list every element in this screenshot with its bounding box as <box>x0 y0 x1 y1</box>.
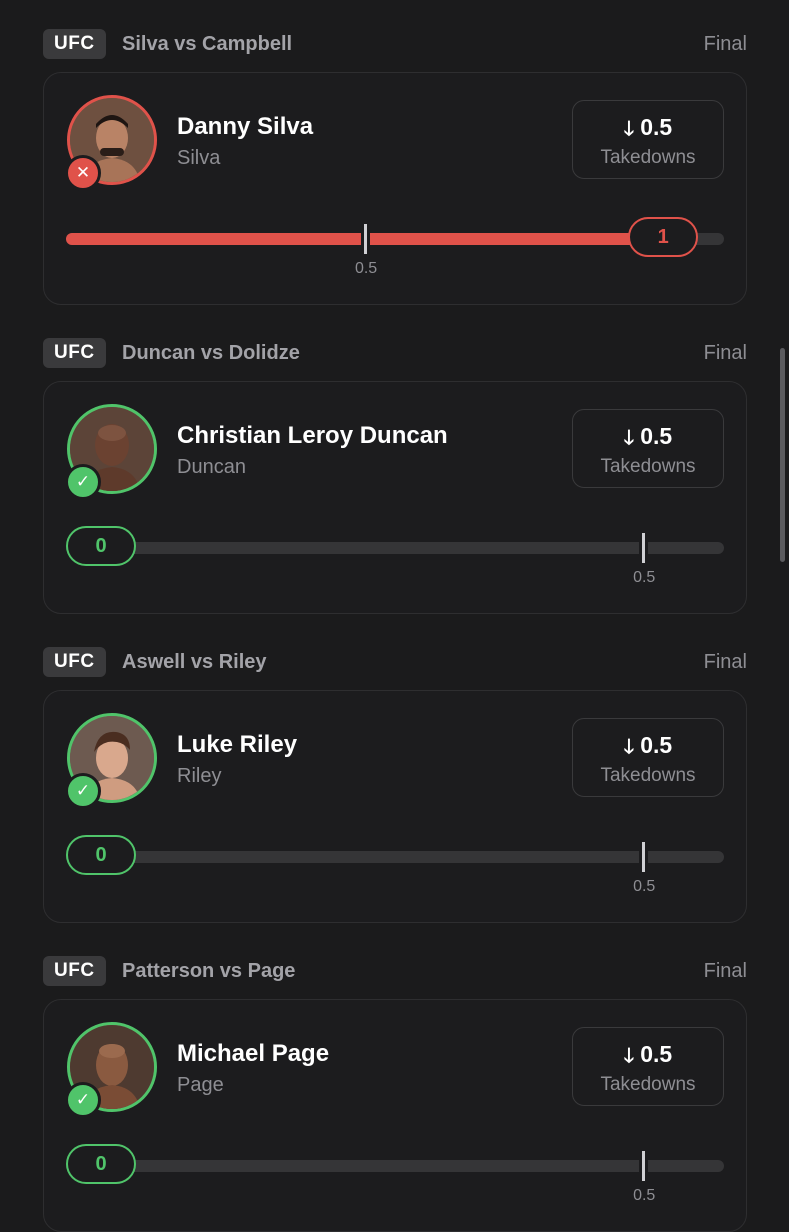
actual-value-pill: 1 <box>628 217 699 257</box>
prop-line: 🡓 0.5 <box>573 114 723 148</box>
prop-line-box: 🡓 0.5 Takedowns <box>572 718 724 797</box>
avatar-container: ✓ <box>65 404 157 500</box>
prop-line-value: 0.5 <box>640 732 673 758</box>
actual-value-pill: 0 <box>66 526 136 566</box>
check-icon: ✓ <box>65 773 101 809</box>
matchup-title[interactable]: Silva vs Campbell <box>122 29 292 59</box>
avatar-container: ✕ <box>65 95 157 191</box>
pick-card[interactable]: ✓ Luke Riley Riley 🡓 0.5 Takedowns 0.5 0 <box>43 690 747 923</box>
prop-line: 🡓 0.5 <box>573 732 723 766</box>
threshold-label: 0.5 <box>633 878 656 895</box>
progress-track: 0.5 0 <box>66 526 724 586</box>
player-name: Danny Silva <box>177 113 314 140</box>
prop-stat: Takedowns <box>600 765 696 786</box>
pick-header: UFC Duncan vs Dolidze Final <box>43 338 747 370</box>
player-name: Michael Page <box>177 1040 330 1067</box>
prop-line-box: 🡓 0.5 Takedowns <box>572 1027 724 1106</box>
progress-track: 0.5 0 <box>66 835 724 895</box>
league-badge: UFC <box>43 956 106 986</box>
player-short-name: Duncan <box>177 456 246 478</box>
avatar-container: ✓ <box>65 713 157 809</box>
pick-group: UFC Silva vs Campbell Final ✕ Danny Silv… <box>43 29 747 305</box>
player-short-name: Riley <box>177 765 222 787</box>
pick-header: UFC Aswell vs Riley Final <box>43 647 747 679</box>
game-status: Final <box>703 342 747 364</box>
prop-stat: Takedowns <box>600 1074 696 1095</box>
matchup-title[interactable]: Duncan vs Dolidze <box>122 338 300 368</box>
threshold-label: 0.5 <box>633 569 656 586</box>
avatar-container: ✓ <box>65 1022 157 1118</box>
threshold-marker <box>639 533 649 563</box>
prop-line-value: 0.5 <box>640 423 673 449</box>
game-status: Final <box>703 651 747 673</box>
player-short-name: Silva <box>177 147 221 169</box>
prop-stat: Takedowns <box>600 147 696 168</box>
game-status: Final <box>703 960 747 982</box>
pick-card[interactable]: ✓ Christian Leroy Duncan Duncan 🡓 0.5 Tak… <box>43 381 747 614</box>
check-icon: ✓ <box>65 464 101 500</box>
prop-stat: Takedowns <box>600 456 696 477</box>
progress-track: 0.5 1 <box>66 217 724 277</box>
arrow-down-icon: 🡓 <box>623 427 635 449</box>
arrow-down-icon: 🡓 <box>623 1045 635 1067</box>
pick-card[interactable]: ✕ Danny Silva Silva 🡓 0.5 Takedowns 0.5 1 <box>43 72 747 305</box>
pick-header: UFC Silva vs Campbell Final <box>43 29 747 61</box>
matchup-title[interactable]: Patterson vs Page <box>122 956 295 986</box>
x-icon: ✕ <box>65 155 101 191</box>
player-short-name: Page <box>177 1074 224 1096</box>
prop-line: 🡓 0.5 <box>573 1041 723 1075</box>
league-badge: UFC <box>43 647 106 677</box>
league-badge: UFC <box>43 29 106 59</box>
league-badge: UFC <box>43 338 106 368</box>
check-icon: ✓ <box>65 1082 101 1118</box>
actual-value-pill: 0 <box>66 1144 136 1184</box>
threshold-marker <box>361 224 371 254</box>
scrollbar[interactable] <box>780 348 785 562</box>
actual-value-pill: 0 <box>66 835 136 875</box>
progress-track: 0.5 0 <box>66 1144 724 1204</box>
player-name: Luke Riley <box>177 731 298 758</box>
player-name: Christian Leroy Duncan <box>177 422 448 449</box>
threshold-label: 0.5 <box>633 1187 656 1204</box>
picks-feed: UFC Silva vs Campbell Final ✕ Danny Silv… <box>0 0 789 1232</box>
prop-line-value: 0.5 <box>640 1041 673 1067</box>
threshold-label: 0.5 <box>354 260 378 277</box>
prop-line-value: 0.5 <box>640 114 673 140</box>
matchup-title[interactable]: Aswell vs Riley <box>122 647 267 677</box>
pick-group: UFC Duncan vs Dolidze Final ✓ Christian … <box>43 338 747 614</box>
game-status: Final <box>703 33 747 55</box>
prop-line: 🡓 0.5 <box>573 423 723 457</box>
prop-line-box: 🡓 0.5 Takedowns <box>572 409 724 488</box>
pick-header: UFC Patterson vs Page Final <box>43 956 747 988</box>
pick-group: UFC Patterson vs Page Final ✓ Michael Pa… <box>43 956 747 1232</box>
pick-card[interactable]: ✓ Michael Page Page 🡓 0.5 Takedowns 0.5 0 <box>43 999 747 1232</box>
prop-line-box: 🡓 0.5 Takedowns <box>572 100 724 179</box>
arrow-down-icon: 🡓 <box>623 118 635 140</box>
arrow-down-icon: 🡓 <box>623 736 635 758</box>
threshold-marker <box>639 842 649 872</box>
threshold-marker <box>639 1151 649 1181</box>
pick-group: UFC Aswell vs Riley Final ✓ Luke Riley R… <box>43 647 747 923</box>
